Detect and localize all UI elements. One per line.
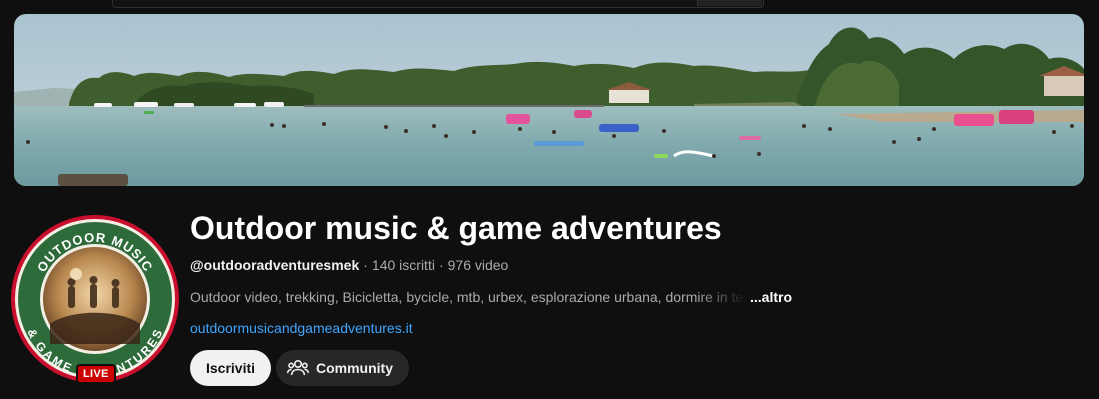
channel-description[interactable]: Outdoor video, trekking, Bicicletta, byc… bbox=[190, 288, 792, 306]
description-text: Outdoor video, trekking, Bicicletta, byc… bbox=[190, 289, 746, 305]
subscribe-button[interactable]: Iscriviti bbox=[190, 350, 272, 386]
community-button[interactable]: Community bbox=[276, 350, 409, 386]
channel-avatar[interactable]: OUTDOOR MUSIC & GAME ADVENTURES bbox=[10, 214, 180, 384]
channel-handle: @outdooradventuresmek bbox=[190, 257, 360, 273]
video-count: 976 video bbox=[447, 257, 509, 273]
channel-title: Outdoor music & game adventures bbox=[190, 210, 722, 246]
channel-page: OUTDOOR MUSIC & GAME ADVENTURES LIVE Out… bbox=[0, 0, 1099, 399]
search-bar[interactable] bbox=[112, 0, 764, 8]
people-icon bbox=[286, 356, 310, 380]
live-badge[interactable]: LIVE bbox=[76, 364, 116, 384]
meta-separator: · bbox=[438, 257, 444, 273]
meta-separator: · bbox=[363, 257, 368, 273]
search-button[interactable] bbox=[697, 0, 762, 6]
more-link[interactable]: ...altro bbox=[750, 288, 792, 306]
channel-meta: @outdooradventuresmek · 140 iscritti · 976 v… bbox=[190, 256, 508, 274]
subscriber-count: 140 iscritti bbox=[371, 257, 435, 273]
community-label: Community bbox=[316, 360, 393, 376]
channel-banner bbox=[14, 14, 1084, 186]
website-link[interactable]: outdoormusicandgameadventures.it bbox=[190, 319, 413, 337]
